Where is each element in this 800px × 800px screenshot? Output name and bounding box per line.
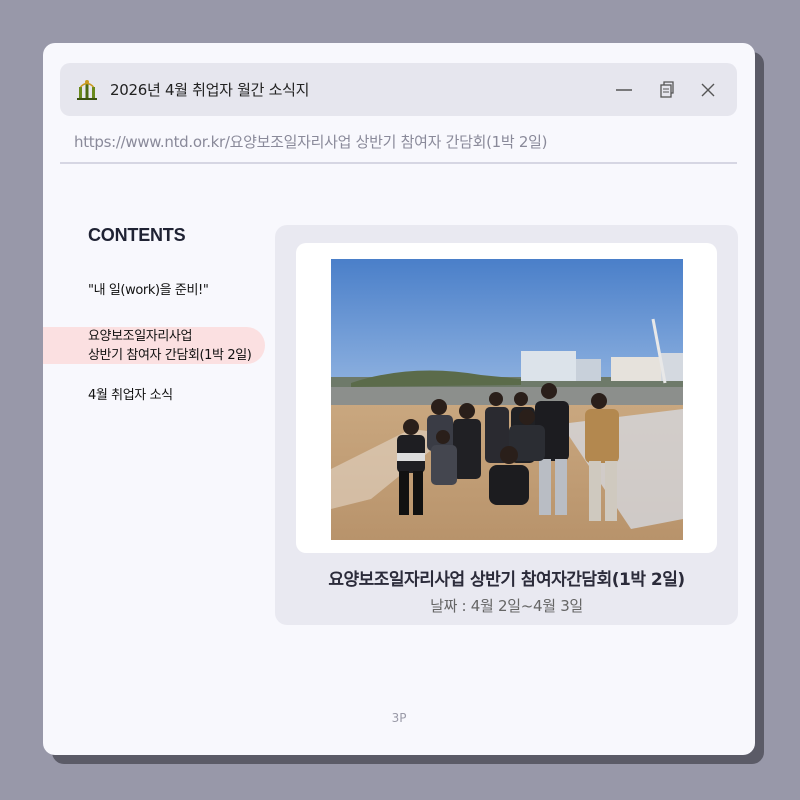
article-title: 요양보조일자리사업 상반기 참여자간담회(1박 2일) [328, 570, 685, 590]
address-bar[interactable]: https://www.ntd.or.kr/요양보조일자리사업 상반기 참여자 … [60, 127, 737, 164]
window-controls [603, 75, 729, 105]
photo-card [296, 243, 717, 553]
contents-heading: CONTENTS [88, 225, 186, 245]
article-panel: 요양보조일자리사업 상반기 참여자간담회(1박 2일) 날짜 : 4월 2일~4… [275, 225, 738, 625]
url-text: https://www.ntd.or.kr/요양보조일자리사업 상반기 참여자 … [74, 133, 548, 151]
window-title: 2026년 4월 취업자 월간 소식지 [110, 81, 310, 99]
newsletter-window: 2026년 4월 취업자 월간 소식지 https://www.ntd.or.k… [43, 43, 755, 755]
toc-item-line2: 상반기 참여자 간담회(1박 2일) [88, 348, 252, 363]
toc-item-care-assistant-meeting[interactable]: 요양보조일자리사업 상반기 참여자 간담회(1박 2일) [88, 327, 252, 365]
close-icon[interactable] [687, 75, 729, 105]
toc-item-line1: 요양보조일자리사업 [88, 329, 193, 344]
toc-item-april-news[interactable]: 4월 취업자 소식 [88, 386, 173, 405]
page-number: 3P [391, 711, 407, 725]
minimize-icon[interactable] [603, 75, 645, 105]
ntd-logo-icon [74, 77, 100, 103]
title-bar: 2026년 4월 취업자 월간 소식지 [60, 63, 737, 116]
toc-item-prepare-work[interactable]: "내 일(work)을 준비!" [88, 281, 209, 300]
group-photo [331, 259, 683, 540]
restore-icon[interactable] [645, 75, 687, 105]
article-date: 날짜 : 4월 2일~4월 3일 [430, 597, 583, 615]
